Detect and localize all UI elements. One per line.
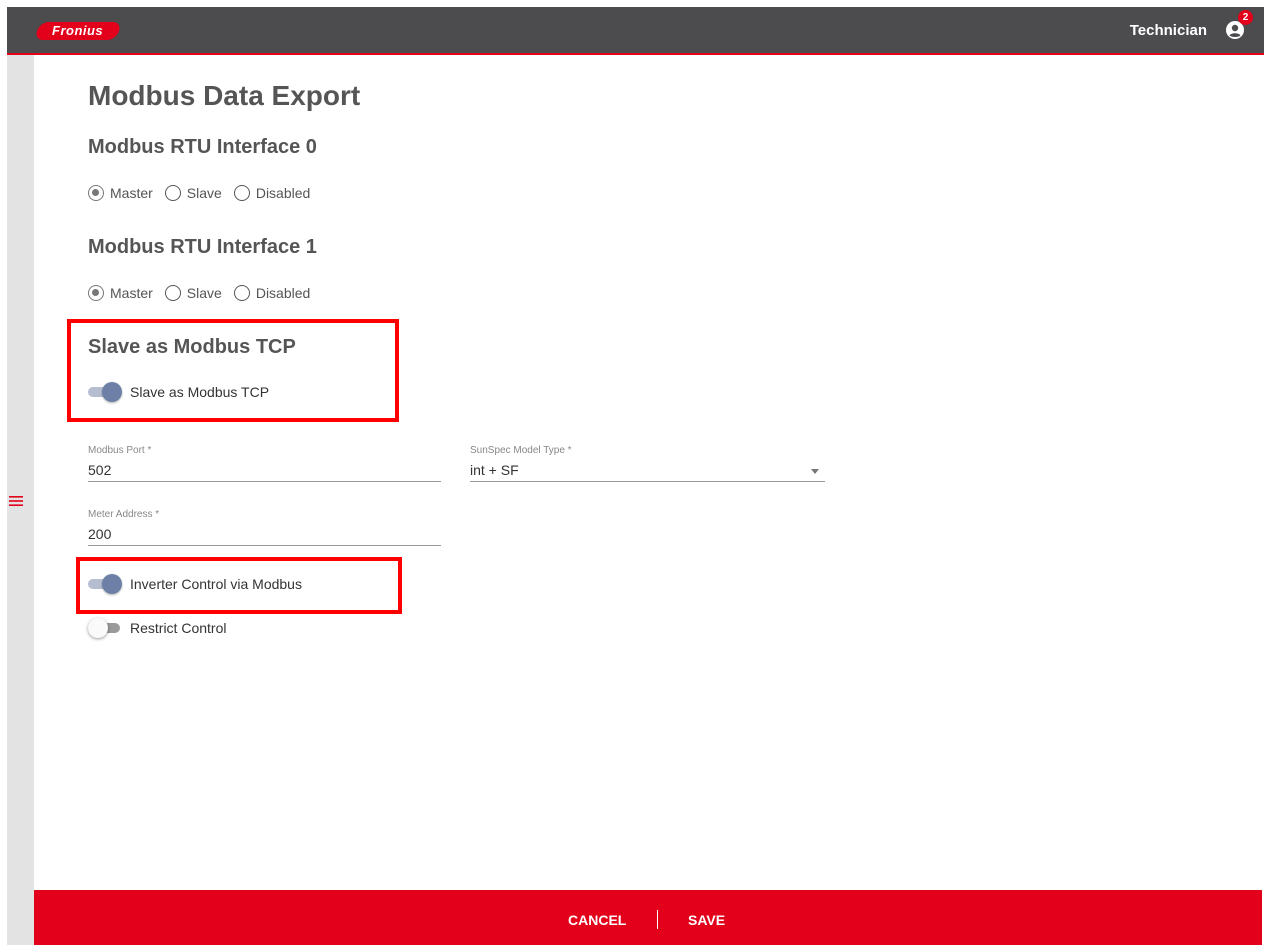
rtu1-radio-group: Master Slave Disabled — [88, 283, 322, 303]
rtu1-disabled-radio[interactable]: Disabled — [233, 285, 311, 301]
restrict-control-toggle[interactable] — [88, 618, 122, 638]
rtu1-section-title: Modbus RTU Interface 1 — [88, 236, 317, 258]
sunspec-model-label: SunSpec Model Type * — [470, 445, 572, 456]
hamburger-menu-icon[interactable] — [9, 494, 24, 508]
tcp-toggle-row: Slave as Modbus TCP — [88, 382, 269, 402]
radio-unchecked-icon[interactable] — [233, 185, 250, 201]
user-role-label[interactable]: Technician — [1130, 22, 1207, 39]
sunspec-model-value: int + SF — [470, 462, 519, 478]
radio-label: Slave — [186, 285, 222, 301]
modbus-port-input[interactable]: 502 — [88, 459, 441, 482]
radio-label: Disabled — [255, 285, 311, 301]
tcp-toggle-label: Slave as Modbus TCP — [130, 384, 270, 400]
radio-label: Master — [110, 285, 153, 301]
sunspec-model-select[interactable]: int + SF — [470, 459, 825, 482]
rtu0-radio-group: Master Slave Disabled — [88, 183, 322, 203]
restrict-toggle-row: Restrict Control — [88, 618, 226, 638]
rtu0-master-radio[interactable]: Master — [88, 185, 153, 201]
modbus-port-field[interactable]: Modbus Port * 502 — [88, 445, 441, 482]
tcp-section-title: Slave as Modbus TCP — [88, 336, 296, 358]
radio-unchecked-icon[interactable] — [164, 285, 181, 301]
toggle-knob[interactable] — [102, 574, 122, 594]
radio-label: Master — [110, 185, 153, 201]
footer-divider — [657, 910, 658, 929]
rtu0-slave-radio[interactable]: Slave — [164, 185, 222, 201]
fronius-logo[interactable]: Fronius — [34, 22, 122, 40]
modbus-port-label: Modbus Port * — [88, 445, 152, 456]
restrict-control-label: Restrict Control — [130, 620, 227, 636]
radio-unchecked-icon[interactable] — [233, 285, 250, 301]
sunspec-model-field[interactable]: SunSpec Model Type * int + SF — [470, 445, 825, 482]
page-title: Modbus Data Export — [88, 80, 361, 111]
rtu1-slave-radio[interactable]: Slave — [164, 285, 222, 301]
footer-action-bar: CANCEL SAVE — [34, 890, 1262, 945]
radio-checked-icon[interactable] — [88, 285, 104, 301]
tcp-toggle-switch[interactable] — [88, 382, 122, 402]
rtu1-master-radio[interactable]: Master — [88, 285, 153, 301]
inverter-toggle-row: Inverter Control via Modbus — [88, 574, 302, 594]
meter-address-field[interactable]: Meter Address * 200 — [88, 509, 441, 546]
inverter-control-toggle[interactable] — [88, 574, 122, 594]
save-button[interactable]: SAVE — [688, 912, 725, 928]
sidebar — [7, 55, 34, 945]
inverter-control-label: Inverter Control via Modbus — [130, 576, 302, 592]
notification-badge: 2 — [1238, 10, 1253, 25]
top-bar: Fronius Technician 2 — [7, 7, 1264, 55]
meter-address-label: Meter Address * — [88, 509, 160, 520]
chevron-down-icon[interactable] — [811, 469, 819, 474]
cancel-button[interactable]: CANCEL — [568, 912, 626, 928]
highlight-box-tcp — [67, 319, 399, 422]
radio-unchecked-icon[interactable] — [164, 185, 181, 201]
rtu0-disabled-radio[interactable]: Disabled — [233, 185, 311, 201]
toggle-knob[interactable] — [102, 382, 122, 402]
radio-checked-icon[interactable] — [88, 185, 104, 201]
meter-address-input[interactable]: 200 — [88, 523, 441, 546]
radio-label: Slave — [186, 185, 222, 201]
rtu0-section-title: Modbus RTU Interface 0 — [88, 136, 317, 158]
toggle-knob[interactable] — [88, 618, 108, 638]
radio-label: Disabled — [255, 185, 311, 201]
